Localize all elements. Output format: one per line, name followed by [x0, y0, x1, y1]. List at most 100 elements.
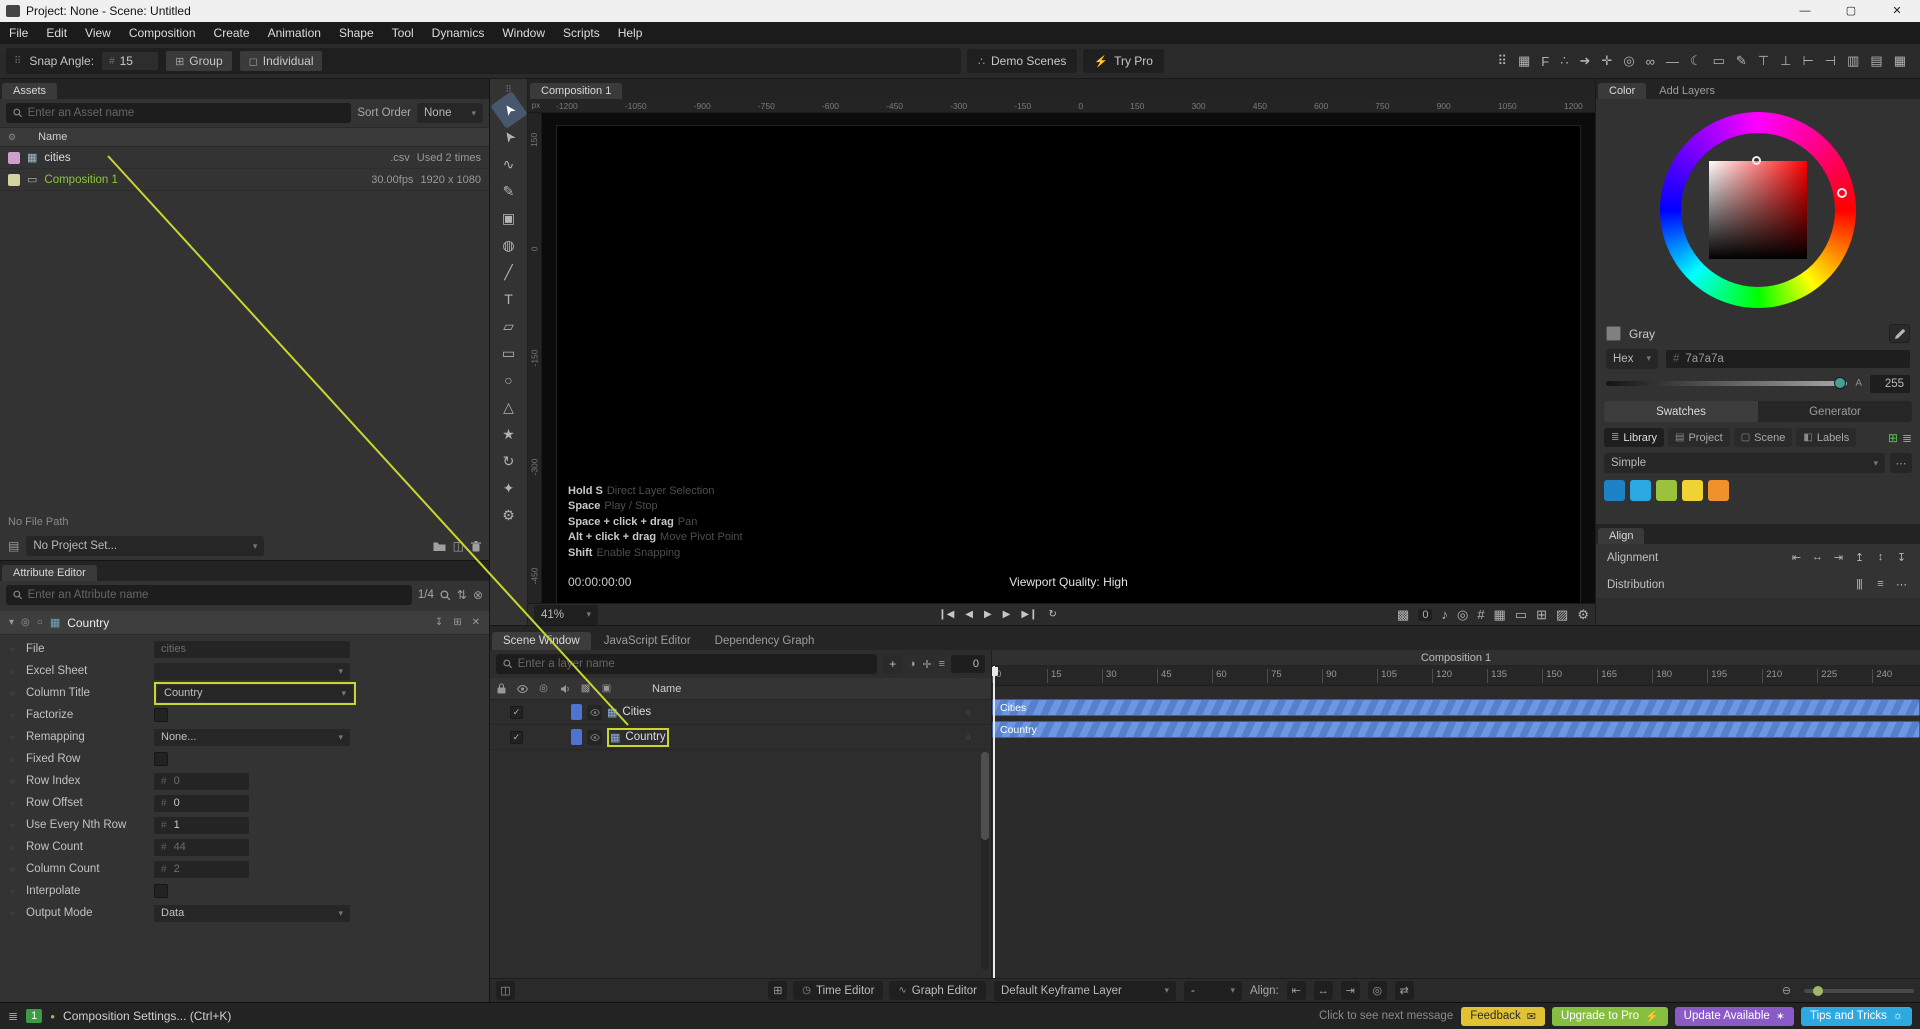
- state-circle-icon[interactable]: ○: [37, 617, 43, 628]
- dash-icon[interactable]: —: [1666, 54, 1679, 69]
- layer-list-scrollbar[interactable]: [981, 752, 989, 970]
- moon-icon[interactable]: ☾: [1690, 53, 1702, 69]
- align-icon[interactable]: ⋯: [1893, 578, 1909, 591]
- align-icon[interactable]: |||: [1851, 578, 1867, 591]
- retime-icon[interactable]: ⇄: [1395, 981, 1414, 1000]
- color-swatch[interactable]: [1656, 480, 1677, 501]
- menu-composition[interactable]: Composition: [120, 22, 205, 44]
- tab-composition-1[interactable]: Composition 1: [530, 83, 622, 99]
- menu-create[interactable]: Create: [205, 22, 259, 44]
- group-select-tool[interactable]: ➤: [490, 118, 527, 156]
- menu-shape[interactable]: Shape: [330, 22, 383, 44]
- tab-dependency-graph[interactable]: Dependency Graph: [704, 632, 826, 650]
- color-swatch[interactable]: [1708, 480, 1729, 501]
- grid-view-icon[interactable]: ⊞: [1888, 431, 1898, 445]
- text-tool[interactable]: T: [495, 286, 523, 312]
- chevron-down-icon[interactable]: ▾: [9, 617, 14, 628]
- audio-icon[interactable]: [557, 684, 572, 694]
- library-tab-scene[interactable]: ▢Scene: [1734, 428, 1793, 447]
- checker-icon[interactable]: ▦: [1494, 607, 1506, 623]
- playhead-handle[interactable]: [992, 667, 998, 676]
- scrollbar-thumb[interactable]: [981, 752, 989, 840]
- star-tool[interactable]: ★: [495, 421, 523, 447]
- timeline-bar-country[interactable]: Country: [992, 721, 1920, 738]
- dots-grid-icon[interactable]: ⠿: [1497, 53, 1507, 69]
- status-button-upgrade-to-pro[interactable]: Upgrade to Pro⚡: [1552, 1007, 1668, 1026]
- visibility-checkbox[interactable]: ✓: [510, 731, 523, 744]
- remapping-select[interactable]: None...▾: [154, 729, 350, 746]
- link-icon[interactable]: ∞: [1646, 54, 1655, 69]
- align-right-icon[interactable]: ⇥: [1341, 981, 1360, 1000]
- keyframe-layer-select[interactable]: Default Keyframe Layer ▾: [994, 981, 1176, 1001]
- layer-search-input[interactable]: [518, 658, 870, 670]
- loop-button[interactable]: ↻: [1048, 609, 1056, 620]
- tab-assets[interactable]: Assets: [2, 83, 57, 99]
- connection-ring-icon[interactable]: ○: [966, 707, 971, 717]
- snap-cross-icon[interactable]: ✛: [1601, 53, 1612, 69]
- group-button[interactable]: ⊞ Group: [166, 51, 232, 71]
- row-offset-field[interactable]: #0: [154, 795, 249, 812]
- asset-name[interactable]: cities: [44, 152, 70, 164]
- tab-attribute-editor[interactable]: Attribute Editor: [2, 565, 97, 581]
- render-circle-icon[interactable]: ◎: [536, 683, 551, 694]
- panel-icon[interactable]: ▦: [1518, 53, 1530, 69]
- tab-color[interactable]: Color: [1598, 83, 1646, 99]
- polygon-tool[interactable]: △: [495, 394, 523, 420]
- menu-animation[interactable]: Animation: [259, 22, 330, 44]
- align-left-icon[interactable]: ⊢: [1802, 53, 1813, 69]
- timeline-zoom-slider[interactable]: [1804, 989, 1914, 993]
- eye-toggle[interactable]: [587, 705, 602, 720]
- previous-frame-button[interactable]: ◀: [965, 609, 973, 620]
- time-editor-button[interactable]: ◷ Time Editor: [793, 981, 883, 1000]
- next-frame-button[interactable]: ▶: [1003, 609, 1011, 620]
- skew-tool[interactable]: ▱: [495, 313, 523, 339]
- saturation-value-square[interactable]: [1709, 161, 1807, 259]
- clapper-icon[interactable]: ◫: [453, 539, 464, 553]
- tab-swatches[interactable]: Swatches: [1604, 401, 1758, 422]
- columns-icon[interactable]: ▥: [1847, 53, 1859, 69]
- factorize-checkbox[interactable]: [154, 708, 168, 722]
- go-to-end-button[interactable]: ▶❙: [1021, 609, 1037, 620]
- enable-circle-icon[interactable]: ◎: [21, 617, 30, 628]
- nth-row-field[interactable]: #1: [154, 817, 249, 834]
- menu-help[interactable]: Help: [609, 22, 652, 44]
- close-button[interactable]: ✕: [1874, 0, 1920, 22]
- filter-count-field[interactable]: 0: [951, 655, 985, 673]
- playhead-line[interactable]: [993, 666, 995, 978]
- status-message[interactable]: Composition Settings... (Ctrl+K): [63, 1009, 231, 1023]
- viewport-settings-gear-icon[interactable]: ⚙: [1577, 607, 1589, 623]
- go-to-start-button[interactable]: ❙◀: [938, 609, 954, 620]
- alpha-slider-handle[interactable]: [1834, 377, 1846, 389]
- solo-icon[interactable]: ◑: [909, 658, 916, 670]
- text-frame-icon[interactable]: F: [1541, 54, 1549, 69]
- minimize-button[interactable]: —: [1782, 0, 1828, 22]
- zoom-out-icon[interactable]: ⊖: [1777, 981, 1796, 1000]
- row-index-field[interactable]: #0: [154, 773, 249, 790]
- layer-row-cities[interactable]: ✓ ▦ Cities ○: [490, 700, 991, 725]
- interpolate-checkbox[interactable]: [154, 884, 168, 898]
- keyframe-mode-select[interactable]: - ▾: [1184, 981, 1242, 1001]
- rotate-tool[interactable]: ↻: [495, 448, 523, 474]
- alpha-slider[interactable]: [1606, 381, 1847, 386]
- alpha-value-field[interactable]: 255: [1870, 375, 1910, 393]
- eyedropper-button[interactable]: [1889, 324, 1910, 343]
- clear-filter-icon[interactable]: ⊗: [473, 588, 483, 602]
- grid-icon[interactable]: ▦: [1894, 53, 1906, 69]
- ellipse-tool[interactable]: ○: [495, 367, 523, 393]
- orbit-tool[interactable]: ◍: [495, 232, 523, 258]
- asset-name[interactable]: Composition 1: [44, 174, 118, 186]
- demo-scenes-button[interactable]: ∴ Demo Scenes: [967, 49, 1077, 73]
- align-icon[interactable]: ⇥: [1830, 551, 1846, 564]
- color-mode-select[interactable]: Hex ▾: [1606, 349, 1658, 369]
- align-icon[interactable]: ⇤: [1788, 551, 1804, 564]
- keyboard-icon[interactable]: ◫: [496, 981, 515, 1000]
- grid-overlay-icon[interactable]: #: [1477, 607, 1484, 622]
- folder-icon[interactable]: [433, 541, 446, 552]
- tab-javascript-editor[interactable]: JavaScript Editor: [593, 632, 702, 650]
- align-icon[interactable]: ↧: [1893, 551, 1909, 564]
- settings-gear-icon[interactable]: ⚙: [495, 502, 523, 528]
- line-tool[interactable]: ╱: [495, 259, 523, 285]
- add-layer-button[interactable]: +: [883, 654, 903, 674]
- library-tab-library[interactable]: ≣Library: [1604, 428, 1664, 447]
- palette-options-button[interactable]: ⋯: [1890, 453, 1912, 473]
